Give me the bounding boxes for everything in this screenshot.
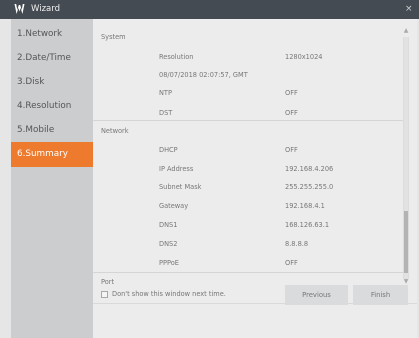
ip-address-value: 192.168.4.206 — [285, 165, 334, 173]
resolution-value: 1280x1024 — [285, 53, 323, 61]
nav-item-mobile[interactable]: 5.Mobile — [11, 118, 93, 143]
subnet-mask-label: Subnet Mask — [159, 183, 202, 191]
nav-item-resolution[interactable]: 4.Resolution — [11, 94, 93, 119]
previous-button[interactable]: Previous — [285, 285, 348, 305]
datetime-value: 08/07/2018 02:07:57, GMT — [159, 71, 248, 79]
subnet-mask-value: 255.255.255.0 — [285, 183, 334, 191]
w-logo-icon — [14, 4, 25, 14]
wizard-window: Wizard × 1.Network 2.Date/Time 3.Disk 4.… — [0, 0, 419, 338]
window-title: Wizard — [31, 4, 60, 14]
dns2-value: 8.8.8.8 — [285, 240, 309, 248]
dst-label: DST — [159, 109, 173, 117]
dns2-label: DNS2 — [159, 240, 178, 248]
network-header: Network — [101, 127, 129, 135]
section-divider — [93, 272, 409, 273]
dhcp-label: DHCP — [159, 146, 178, 154]
finish-button[interactable]: Finish — [353, 285, 408, 305]
pppoe-value: OFF — [285, 259, 298, 267]
gateway-value: 192.168.4.1 — [285, 202, 325, 210]
dont-show-checkbox[interactable] — [101, 291, 108, 298]
system-header: System — [101, 33, 126, 41]
scroll-up-icon[interactable]: ▲ — [403, 27, 409, 35]
wizard-sidebar: 1.Network 2.Date/Time 3.Disk 4.Resolutio… — [11, 19, 93, 338]
dns1-value: 168.126.63.1 — [285, 221, 330, 229]
section-divider — [93, 120, 409, 121]
nav-item-disk[interactable]: 3.Disk — [11, 70, 93, 95]
title-bar: Wizard × — [0, 0, 419, 19]
ntp-value: OFF — [285, 89, 298, 97]
ntp-label: NTP — [159, 89, 172, 97]
resolution-label: Resolution — [159, 53, 194, 61]
dhcp-value: OFF — [285, 146, 298, 154]
port-header: Port — [101, 278, 115, 286]
pppoe-label: PPPoE — [159, 259, 179, 267]
nav-item-date-time[interactable]: 2.Date/Time — [11, 46, 93, 71]
dns1-label: DNS1 — [159, 221, 178, 229]
scrollbar-thumb[interactable] — [404, 211, 408, 273]
summary-panel: System Resolution 1280x1024 08/07/2018 0… — [93, 19, 417, 338]
nav-item-summary[interactable]: 6.Summary — [11, 142, 93, 167]
close-icon[interactable]: × — [405, 3, 413, 15]
gateway-label: Gateway — [159, 202, 189, 210]
dst-value: OFF — [285, 109, 298, 117]
nav-item-network[interactable]: 1.Network — [11, 22, 93, 47]
dont-show-label[interactable]: Don't show this window next time. — [112, 290, 226, 298]
ip-address-label: IP Address — [159, 165, 194, 173]
